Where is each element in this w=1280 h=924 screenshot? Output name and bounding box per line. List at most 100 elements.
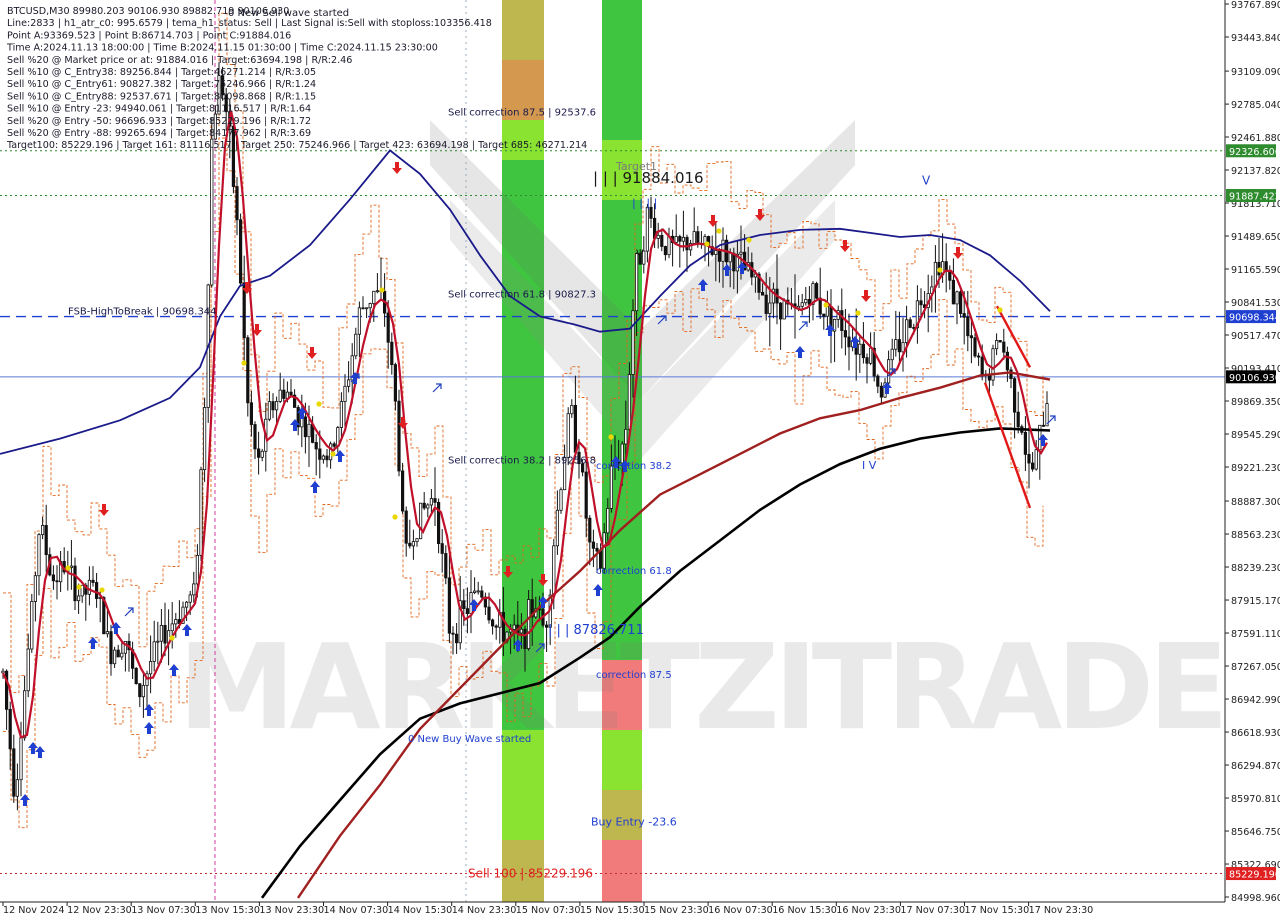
candle-body xyxy=(408,542,412,547)
chart-annotation: Sell correction 61.8 | 90827.3 xyxy=(448,289,596,300)
candle-body xyxy=(973,337,977,357)
signal-star-icon xyxy=(823,302,829,308)
candle xyxy=(202,397,207,483)
candle-body xyxy=(307,423,311,438)
y-tick-label: 86618.930 xyxy=(1231,728,1280,739)
candle-body xyxy=(764,294,768,314)
candle-body xyxy=(148,661,153,675)
candle-body xyxy=(246,337,250,404)
candle xyxy=(199,466,203,561)
candle xyxy=(30,593,34,653)
candle-body xyxy=(869,347,873,364)
candle-body xyxy=(159,624,163,642)
candle-body xyxy=(779,302,783,320)
candle-body xyxy=(368,303,372,309)
candle-body xyxy=(321,455,326,460)
x-tick-label: 16 Nov 15:30 xyxy=(772,905,837,916)
signal-star-icon xyxy=(704,241,710,247)
candle-body xyxy=(184,601,189,608)
candle-body xyxy=(667,235,671,256)
candle-body xyxy=(354,333,358,357)
signal-star-icon xyxy=(716,228,722,234)
signal-star-icon xyxy=(241,360,247,366)
chart-annotation: correction 38.2 xyxy=(596,461,672,472)
candle-body xyxy=(1023,431,1027,455)
candle-body xyxy=(905,319,909,343)
candle-body xyxy=(19,737,23,781)
candle-body xyxy=(260,450,264,458)
candle-body xyxy=(415,538,419,543)
chart-canvas[interactable]: MARKETZITRADE FSB-HighToBreak | 90698.34… xyxy=(0,0,1280,920)
candle-body xyxy=(37,534,41,577)
signal-zone-1-1 xyxy=(602,60,642,140)
candle xyxy=(559,487,563,514)
candle-body xyxy=(717,250,722,262)
candle-body xyxy=(519,628,524,634)
candle-body xyxy=(1016,411,1020,428)
signal-star-icon xyxy=(855,310,861,316)
candle-body xyxy=(606,508,610,534)
signal-star-icon xyxy=(169,635,175,641)
y-tick-label: 93767.890 xyxy=(1231,0,1280,11)
candle-body xyxy=(980,356,984,375)
candle-body xyxy=(523,628,527,650)
trading-chart[interactable]: MARKETZITRADE FSB-HighToBreak | 90698.34… xyxy=(0,0,1280,920)
chart-annotation: Target1 xyxy=(615,160,657,173)
chart-annotation: 0 New Buy Wave started xyxy=(408,734,531,745)
candle-body xyxy=(818,297,822,315)
header-line: Sell %10 @ Entry -23: 94940.061 | Target… xyxy=(7,104,311,115)
x-tick-label: 15 Nov 23:30 xyxy=(644,905,709,916)
candle-body xyxy=(202,407,207,471)
y-tick-label: 87267.050 xyxy=(1231,662,1280,673)
x-tick-label: 15 Nov 15:30 xyxy=(580,905,645,916)
candle-body xyxy=(444,553,448,579)
candle-body xyxy=(22,690,27,739)
candle-body xyxy=(274,401,279,411)
candle-body xyxy=(105,631,109,635)
candle-body xyxy=(1009,369,1013,380)
candle-body xyxy=(602,532,606,569)
candle-body xyxy=(951,279,956,305)
candle-body xyxy=(170,623,174,632)
candle-body xyxy=(343,385,347,402)
candle-body xyxy=(303,416,308,438)
candle-body xyxy=(8,708,12,750)
candle-body xyxy=(1034,449,1038,470)
candle-body xyxy=(663,246,668,256)
x-tick-label: 13 Nov 23:30 xyxy=(259,905,324,916)
candle-body xyxy=(472,590,477,593)
candle-body xyxy=(631,310,635,375)
y-tick-label: 92785.040 xyxy=(1231,100,1280,111)
candle-body xyxy=(390,341,394,366)
candle-body xyxy=(91,579,95,583)
y-tick-label: 87915.170 xyxy=(1231,596,1280,607)
candle-body xyxy=(192,583,196,596)
candle-body xyxy=(595,547,599,552)
candle-body xyxy=(429,498,434,506)
header-line: Line:2833 | h1_atr_c0: 995.6579 | tema_h… xyxy=(7,18,492,29)
price-box: 90106.930 xyxy=(1226,370,1280,384)
chart-annotation: | | | 87826.711 xyxy=(548,623,644,638)
chart-annotation: Sell correction 87.5 | 92537.6 xyxy=(448,107,596,118)
y-tick-label: 88239.230 xyxy=(1231,563,1280,574)
signal-zone-0-5 xyxy=(502,790,544,840)
x-tick-label: 15 Nov 07:30 xyxy=(516,905,581,916)
header-line: Sell %10 @ C_Entry88: 92537.671 | Target… xyxy=(7,91,316,102)
candle-body xyxy=(426,504,430,509)
candle-body xyxy=(156,640,160,643)
candle-body xyxy=(364,307,369,310)
price-box-label: 85229.196 xyxy=(1229,870,1280,881)
candle xyxy=(206,283,210,423)
x-tick-label: 12 Nov 23:30 xyxy=(67,905,132,916)
watermark-text: MARKETZITRADE xyxy=(178,618,1223,756)
signal-star-icon xyxy=(937,267,943,273)
x-tick-label: 17 Nov 23:30 xyxy=(1029,905,1094,916)
candle-body xyxy=(685,236,689,251)
candle-body xyxy=(249,402,253,425)
candle-body xyxy=(422,502,426,509)
candle-body xyxy=(69,565,73,568)
candle-body xyxy=(26,648,30,692)
candle-body xyxy=(152,641,156,662)
y-tick-label: 92137.820 xyxy=(1231,166,1280,177)
y-tick-label: 88887.300 xyxy=(1231,497,1280,508)
